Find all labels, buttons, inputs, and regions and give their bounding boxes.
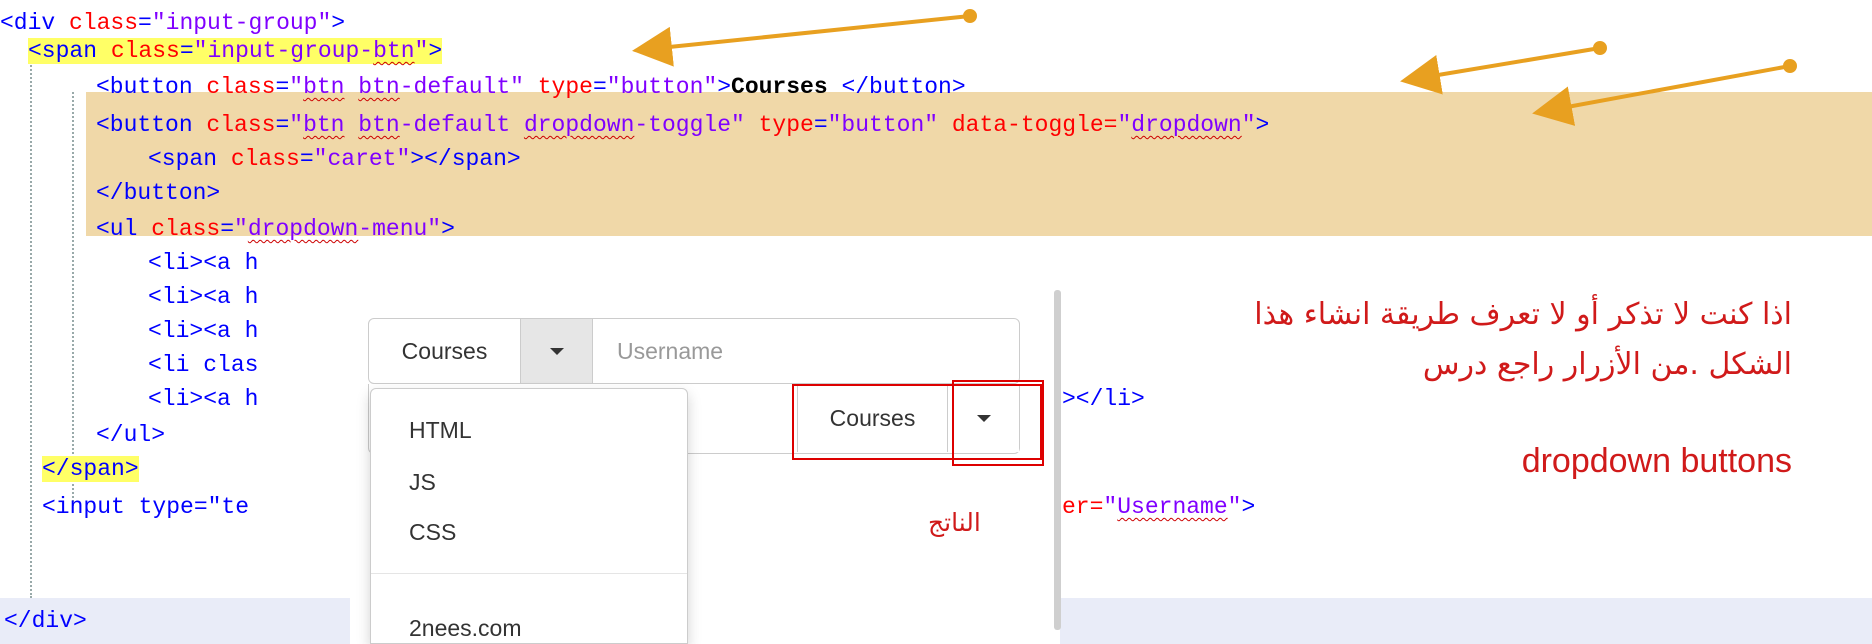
arrow-annotation — [632, 14, 971, 67]
arrow-origin-dot — [963, 9, 977, 23]
arrow-origin-dot — [1783, 59, 1797, 73]
arrow-annotation — [1532, 64, 1791, 126]
arrow-origin-dot — [1593, 41, 1607, 55]
arrow-annotation — [1400, 46, 1601, 95]
arrow-annotations — [632, 9, 1797, 126]
